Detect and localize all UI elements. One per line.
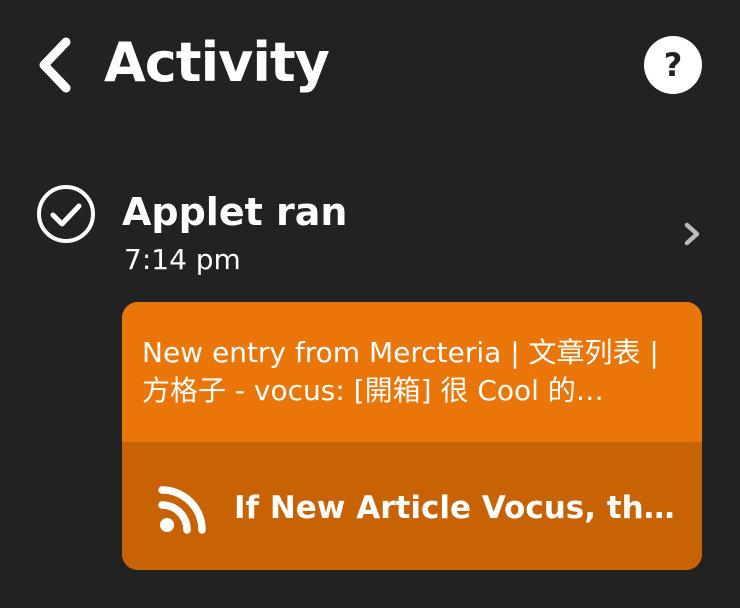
- activity-time: 7:14 pm: [124, 243, 241, 276]
- card-entry-section: New entry from Mercteria | 文章列表 | 方格子 - …: [122, 302, 702, 442]
- help-icon: ?: [663, 46, 683, 84]
- card-applet-section[interactable]: If New Article Vocus, th…: [122, 442, 702, 570]
- activity-row[interactable]: Applet ran 7:14 pm: [0, 176, 740, 286]
- applet-name: If New Article Vocus, th…: [234, 490, 675, 526]
- chevron-left-icon: [39, 37, 71, 93]
- check-circle-icon: [37, 185, 95, 243]
- chevron-right-icon: [684, 222, 700, 246]
- page-title: Activity: [104, 31, 330, 94]
- header: Activity ?: [0, 0, 740, 130]
- activity-title: Applet ran: [122, 190, 348, 234]
- rss-icon: [158, 486, 206, 534]
- back-button[interactable]: [32, 36, 80, 94]
- card-entry-text: New entry from Mercteria | 文章列表 | 方格子 - …: [142, 336, 659, 407]
- help-button[interactable]: ?: [644, 36, 702, 94]
- activity-card[interactable]: New entry from Mercteria | 文章列表 | 方格子 - …: [122, 302, 702, 570]
